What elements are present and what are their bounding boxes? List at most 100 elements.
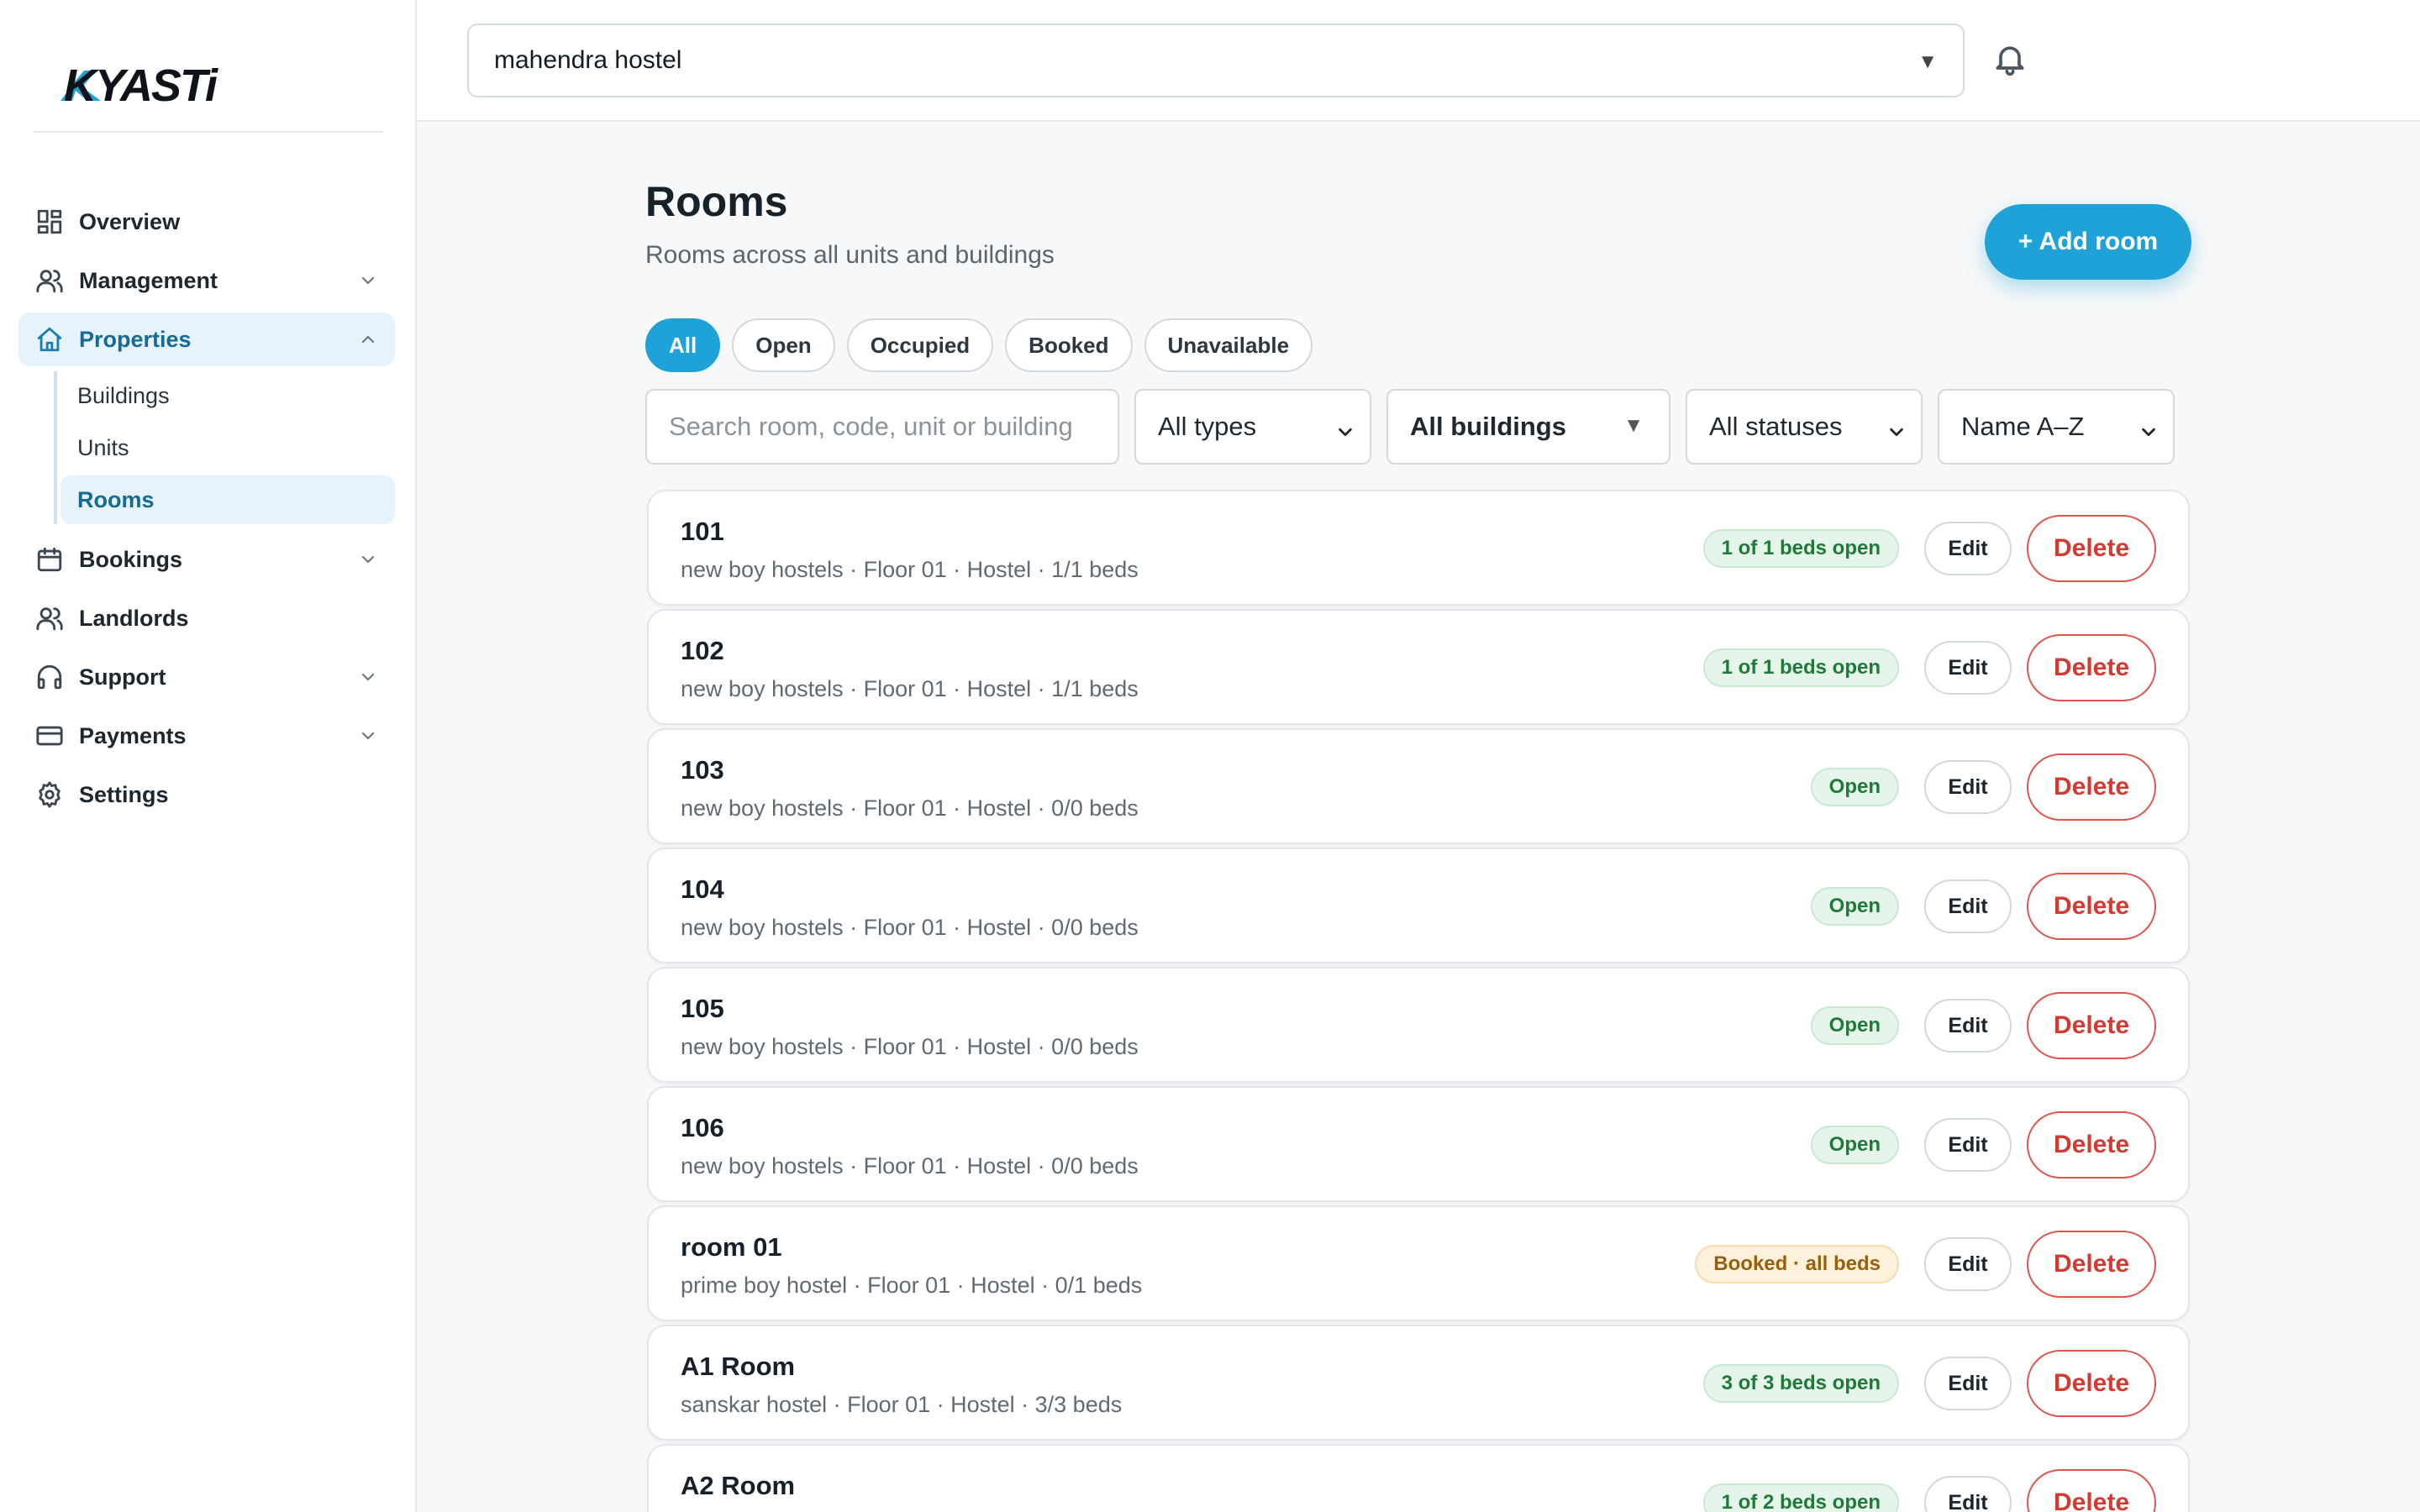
sidebar-item-payments[interactable]: Payments bbox=[18, 709, 395, 763]
status-badge: Open bbox=[1810, 1006, 1899, 1045]
room-list: 101 new boy hostels · Floor 01 · Hostel ·… bbox=[647, 490, 2190, 1512]
search-placeholder: Search room, code, unit or building bbox=[669, 412, 1073, 441]
room-row[interactable]: room 01 prime boy hostel · Floor 01 · Hos… bbox=[647, 1205, 2190, 1321]
delete-button[interactable]: Delete bbox=[2027, 753, 2156, 821]
topbar: mahendra hostel ▼ bbox=[417, 0, 2420, 122]
sidebar-item-bookings[interactable]: Bookings bbox=[18, 533, 395, 586]
room-row[interactable]: A2 Roomsanskar hostel · Floor 01 · Hoste… bbox=[647, 1444, 2190, 1512]
sort-select[interactable]: Name A–Z bbox=[1938, 389, 2175, 465]
status-badge: Open bbox=[1810, 1126, 1899, 1164]
bell-icon[interactable] bbox=[1991, 40, 2028, 77]
filter-chip-all[interactable]: All bbox=[645, 318, 721, 372]
room-row[interactable]: 105 new boy hostels · Floor 01 · Hostel ·… bbox=[647, 967, 2190, 1083]
sidebar-item-label: Management bbox=[79, 267, 218, 293]
app-root: KYASTi Overview Management Properties Build… bbox=[0, 0, 2420, 1512]
filter-chip-open[interactable]: Open bbox=[732, 318, 835, 372]
room-meta: new boy hostels · Floor 01 · Hostel · 0/… bbox=[681, 1034, 1139, 1059]
chevron-down-icon[interactable] bbox=[358, 667, 378, 687]
chevron-down-icon[interactable] bbox=[358, 726, 378, 746]
room-row[interactable]: 104 new boy hostels · Floor 01 · Hostel ·… bbox=[647, 848, 2190, 963]
sidebar-item-overview[interactable]: Overview bbox=[18, 195, 395, 249]
room-meta: new boy hostels · Floor 01 · Hostel · 1/… bbox=[681, 676, 1139, 701]
room-row[interactable]: A1 Room sanskar hostel · Floor 01 · Hoste… bbox=[647, 1325, 2190, 1441]
sidebar-item-label: Overview bbox=[79, 208, 181, 234]
chevron-up-icon[interactable] bbox=[358, 329, 378, 349]
edit-button[interactable]: Edit bbox=[1924, 760, 2012, 814]
edit-button[interactable]: Edit bbox=[1924, 1118, 2012, 1172]
sidebar: KYASTi Overview Management Properties Build… bbox=[0, 0, 417, 1512]
filters-bar: Search room, code, unit or building All … bbox=[645, 389, 2175, 465]
edit-button[interactable]: Edit bbox=[1924, 1476, 2012, 1512]
sidebar-item-management[interactable]: Management bbox=[18, 254, 395, 307]
chevron-down-icon[interactable] bbox=[358, 270, 378, 291]
chevron-down-icon[interactable] bbox=[358, 549, 378, 570]
brand-logo[interactable]: KYASTi bbox=[57, 59, 267, 113]
status-select[interactable]: All statuses bbox=[1686, 389, 1923, 465]
room-meta: sanskar hostel · Floor 01 · Hostel · 3/3… bbox=[681, 1392, 1123, 1417]
credit-card-icon bbox=[35, 722, 64, 750]
room-actions: Open Edit Delete bbox=[1810, 992, 2156, 1059]
status-badge: Open bbox=[1810, 768, 1899, 806]
edit-button[interactable]: Edit bbox=[1924, 522, 2012, 575]
room-row[interactable]: 103 new boy hostels · Floor 01 · Hostel ·… bbox=[647, 728, 2190, 844]
edit-button[interactable]: Edit bbox=[1924, 1237, 2012, 1291]
building-select-value: All buildings bbox=[1410, 412, 1566, 441]
status-badge: 1 of 2 beds open bbox=[1702, 1483, 1899, 1512]
sidebar-subnav-properties: Buildings Units Rooms bbox=[54, 371, 395, 524]
sidebar-subitem-rooms[interactable]: Rooms bbox=[60, 475, 395, 524]
status-chips: All Open Occupied Booked Unavailable bbox=[645, 318, 1324, 372]
room-actions: Open Edit Delete bbox=[1810, 1111, 2156, 1179]
room-name: 102 bbox=[681, 636, 724, 665]
sidebar-subitem-buildings[interactable]: Buildings bbox=[60, 371, 395, 420]
delete-button[interactable]: Delete bbox=[2027, 634, 2156, 701]
sidebar-item-landlords[interactable]: Landlords bbox=[18, 591, 395, 645]
room-actions: 1 of 2 beds open Edit Delete bbox=[1702, 1469, 2156, 1512]
status-badge: 3 of 3 beds open bbox=[1702, 1364, 1899, 1403]
room-name: 101 bbox=[681, 517, 724, 546]
property-select-value: mahendra hostel bbox=[494, 46, 682, 74]
search-input[interactable]: Search room, code, unit or building bbox=[645, 389, 1119, 465]
filter-chip-occupied[interactable]: Occupied bbox=[846, 318, 994, 372]
edit-button[interactable]: Edit bbox=[1924, 879, 2012, 933]
room-name: 104 bbox=[681, 874, 724, 904]
delete-button[interactable]: Delete bbox=[2027, 873, 2156, 940]
delete-button[interactable]: Delete bbox=[2027, 992, 2156, 1059]
add-room-button[interactable]: + Add room bbox=[1985, 204, 2191, 280]
type-select[interactable]: All types bbox=[1134, 389, 1371, 465]
edit-button[interactable]: Edit bbox=[1924, 641, 2012, 695]
delete-button[interactable]: Delete bbox=[2027, 1350, 2156, 1417]
logo-area: KYASTi bbox=[34, 34, 383, 133]
delete-button[interactable]: Delete bbox=[2027, 1231, 2156, 1298]
sidebar-item-settings[interactable]: Settings bbox=[18, 768, 395, 822]
room-name: A2 Room bbox=[681, 1471, 796, 1500]
sidebar-subitem-units[interactable]: Units bbox=[60, 423, 395, 472]
room-actions: 1 of 1 beds open Edit Delete bbox=[1702, 634, 2156, 701]
room-actions: 3 of 3 beds open Edit Delete bbox=[1702, 1350, 2156, 1417]
building-select[interactable]: All buildings ▼ bbox=[1386, 389, 1670, 465]
delete-button[interactable]: Delete bbox=[2027, 1469, 2156, 1512]
property-select[interactable]: mahendra hostel ▼ bbox=[467, 24, 1965, 97]
room-name: 103 bbox=[681, 755, 724, 785]
edit-button[interactable]: Edit bbox=[1924, 999, 2012, 1053]
chevron-down-icon bbox=[1336, 417, 1355, 437]
dropdown-triangle-icon: ▼ bbox=[1623, 414, 1644, 437]
sidebar-item-label: Support bbox=[79, 664, 166, 690]
sidebar-item-label: Payments bbox=[79, 722, 187, 748]
chevron-down-icon bbox=[2139, 417, 2158, 437]
status-badge: 1 of 1 beds open bbox=[1702, 529, 1899, 568]
room-row[interactable]: 106 new boy hostels · Floor 01 · Hostel ·… bbox=[647, 1086, 2190, 1202]
delete-button[interactable]: Delete bbox=[2027, 515, 2156, 582]
gear-icon bbox=[35, 780, 64, 809]
sidebar-item-properties[interactable]: Properties bbox=[18, 312, 395, 366]
filter-chip-booked[interactable]: Booked bbox=[1005, 318, 1133, 372]
delete-button[interactable]: Delete bbox=[2027, 1111, 2156, 1179]
home-icon bbox=[35, 325, 64, 354]
sidebar-nav: Overview Management Properties Buildings Uni… bbox=[18, 195, 395, 827]
edit-button[interactable]: Edit bbox=[1924, 1357, 2012, 1410]
sidebar-item-support[interactable]: Support bbox=[18, 650, 395, 704]
calendar-icon bbox=[35, 545, 64, 574]
room-row[interactable]: 101 new boy hostels · Floor 01 · Hostel ·… bbox=[647, 490, 2190, 606]
room-row[interactable]: 102 new boy hostels · Floor 01 · Hostel ·… bbox=[647, 609, 2190, 725]
filter-chip-unavailable[interactable]: Unavailable bbox=[1144, 318, 1313, 372]
room-name: 105 bbox=[681, 994, 724, 1023]
